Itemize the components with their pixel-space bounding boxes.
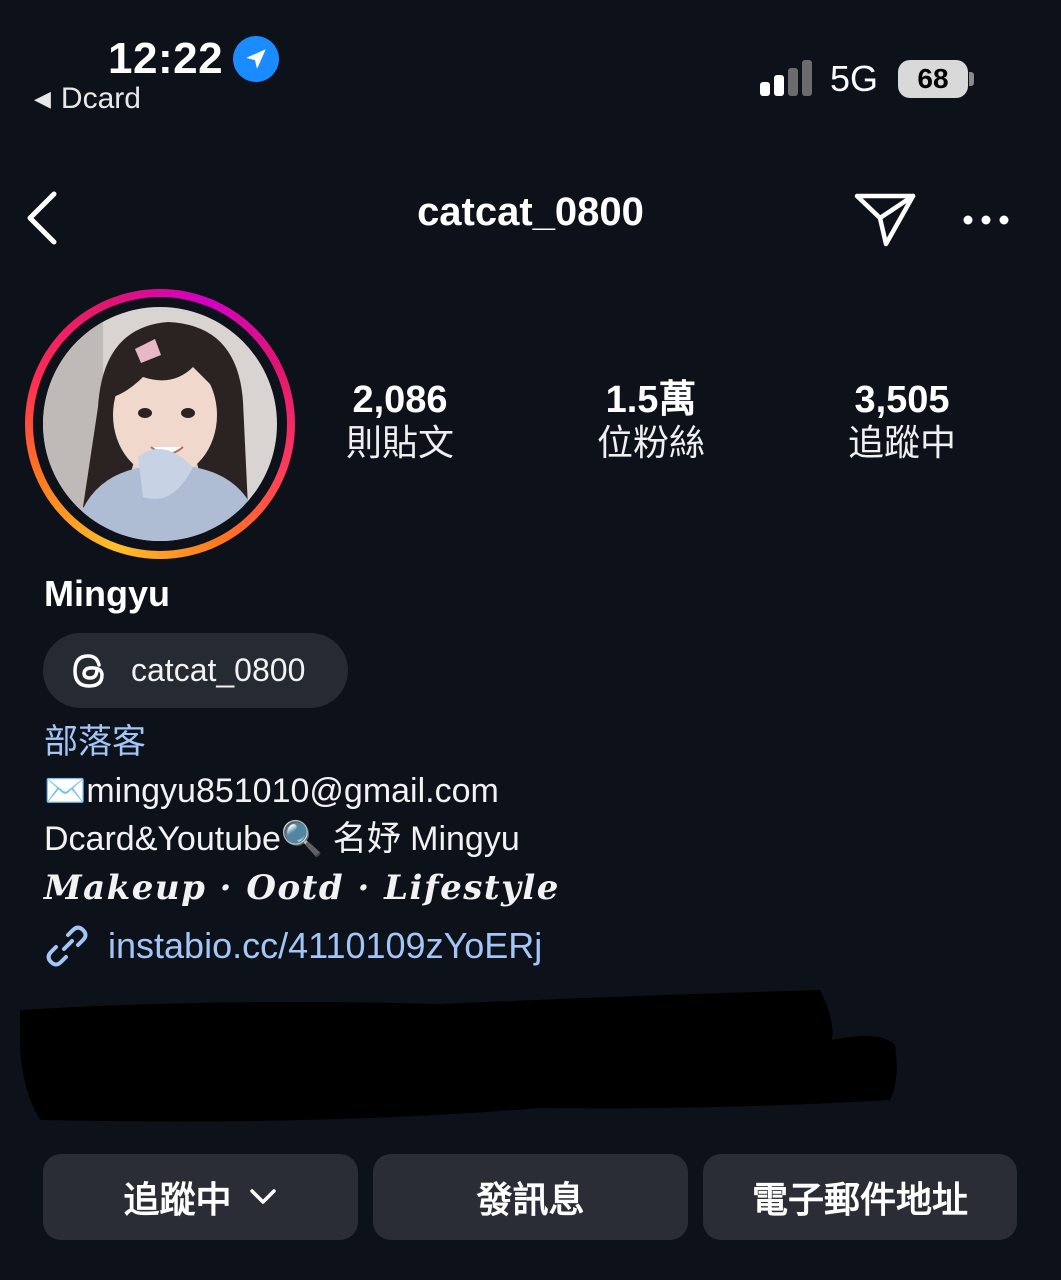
email-button[interactable]: 電子郵件地址 [703,1154,1017,1240]
threads-icon [73,653,104,688]
battery-icon: 68 [898,60,968,98]
stat-following-label: 追蹤中 [847,423,956,464]
message-button[interactable]: 發訊息 [373,1154,688,1240]
signal-icon [760,60,812,96]
stat-followers[interactable]: 1.5萬 位粉絲 [551,378,751,466]
message-button-label: 發訊息 [476,1180,585,1221]
stat-posts[interactable]: 2,086 則貼文 [300,378,500,466]
following-button[interactable]: 追蹤中 [43,1154,358,1240]
profile-category: 部落客 [44,722,146,762]
location-icon [233,36,279,82]
bio-link[interactable]: instabio.cc/4110109zYoERj [44,923,542,969]
back-to-app-link[interactable]: ◀ Dcard [34,82,141,116]
status-time: 12:22 [108,34,224,83]
stat-followers-label: 位粉絲 [596,423,705,464]
stat-followers-value: 1.5萬 [605,379,697,421]
email-button-label: 電子郵件地址 [751,1180,968,1221]
battery-tip [969,72,974,86]
redaction-mark [20,990,897,1122]
stat-posts-label: 則貼文 [345,423,454,464]
bio-link-text: instabio.cc/4110109zYoERj [108,925,543,966]
link-icon [46,925,88,967]
stat-following-value: 3,505 [854,379,950,421]
back-triangle-icon: ◀ [34,86,51,111]
following-button-label: 追蹤中 [123,1180,232,1221]
avatar[interactable] [43,307,277,541]
stat-posts-value: 2,086 [352,379,448,421]
bio-channels-line: Dcard&Youtube🔍 名妤 Mingyu [44,820,520,858]
threads-handle: catcat_0800 [131,652,306,688]
chevron-down-icon [249,1189,276,1204]
bio-email-line: ✉️mingyu851010@gmail.com [44,772,499,810]
bio-tagline-line: Makeup · Ootd · Lifestyle [44,868,560,908]
more-icon[interactable] [960,200,1012,240]
network-type: 5G [830,58,879,99]
back-app-label: Dcard [60,82,141,115]
stat-following[interactable]: 3,505 追蹤中 [802,378,1002,466]
display-name: Mingyu [44,573,170,614]
threads-badge[interactable]: catcat_0800 [43,633,348,708]
send-icon[interactable] [852,188,918,248]
